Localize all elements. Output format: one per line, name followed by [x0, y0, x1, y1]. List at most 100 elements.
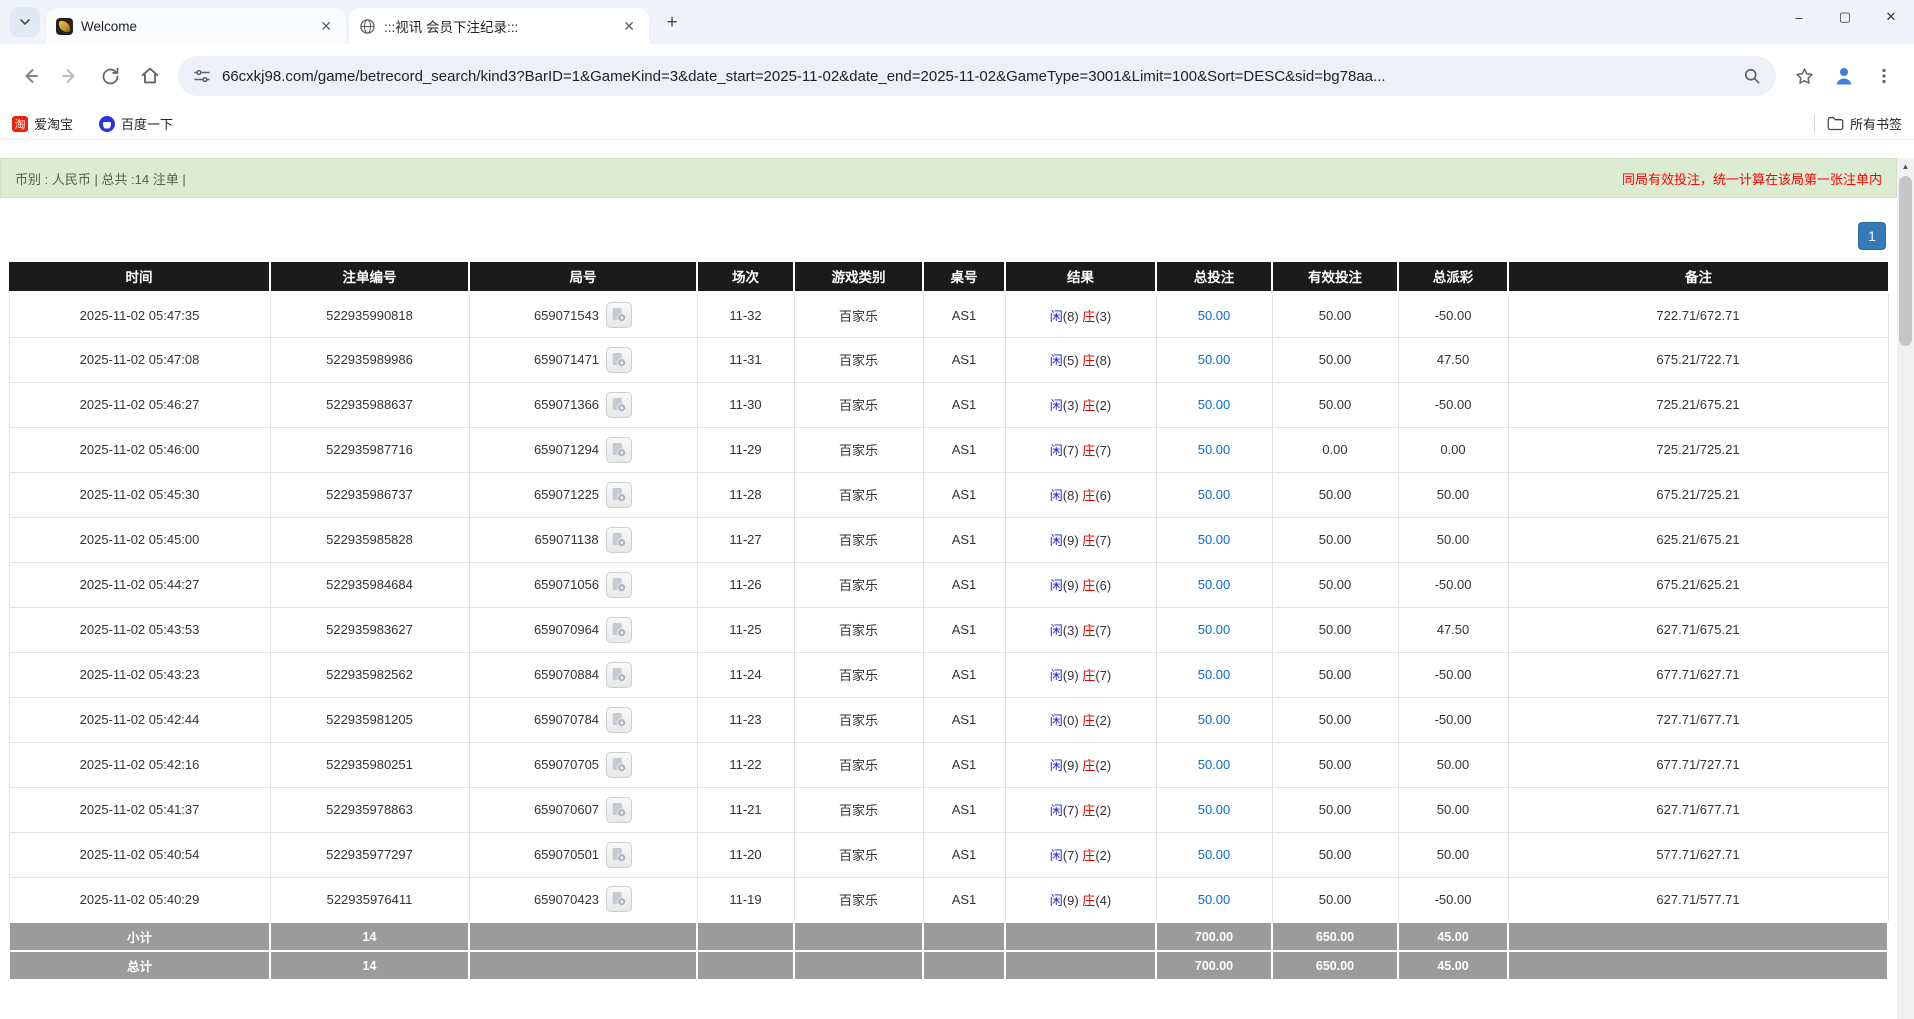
round-number-group: 659070607 [534, 797, 632, 823]
maximize-button[interactable]: ▢ [1822, 0, 1868, 34]
column-header-0: 时间 [9, 262, 270, 292]
reload-button[interactable] [93, 59, 127, 93]
result-banker-label: 庄 [1082, 668, 1095, 683]
cell-game-type: 百家乐 [794, 607, 923, 652]
currency-summary: 币别 : 人民币 | 总共 :14 注单 | [15, 169, 186, 188]
cell-bet-id: 522935978863 [270, 787, 469, 832]
total-bet-link[interactable]: 50.00 [1198, 397, 1231, 412]
video-replay-button[interactable] [606, 572, 632, 598]
cell-result: 闲(8) 庄(6) [1005, 472, 1156, 517]
video-replay-button[interactable] [606, 886, 632, 912]
tab-search-button[interactable] [10, 7, 40, 37]
result-player-points: (9) [1063, 893, 1083, 908]
video-replay-button[interactable] [606, 797, 632, 823]
grand-total-empty [697, 951, 794, 980]
cell-total-bet: 50.00 [1156, 742, 1272, 787]
tab-bet-records[interactable]: :::视讯 会员下注纪录::: ✕ [349, 8, 649, 44]
grand-total-valid-bet: 650.00 [1272, 951, 1398, 980]
video-replay-button[interactable] [606, 707, 632, 733]
column-header-2: 局号 [469, 262, 697, 292]
browser-menu-button[interactable] [1867, 59, 1901, 93]
cell-time: 2025-11-02 05:46:00 [9, 427, 270, 472]
video-replay-button[interactable] [606, 527, 632, 553]
video-replay-button[interactable] [606, 617, 632, 643]
column-header-5: 桌号 [923, 262, 1005, 292]
bookmark-star-button[interactable] [1787, 59, 1821, 93]
cell-result: 闲(0) 庄(2) [1005, 697, 1156, 742]
video-replay-button[interactable] [606, 662, 632, 688]
cell-round: 659071543 [469, 292, 697, 337]
address-bar[interactable]: 66cxkj98.com/game/betrecord_search/kind3… [178, 56, 1776, 96]
cell-session: 11-26 [697, 562, 794, 607]
video-replay-button[interactable] [606, 752, 632, 778]
cell-time: 2025-11-02 05:43:53 [9, 607, 270, 652]
total-bet-link[interactable]: 50.00 [1198, 847, 1231, 862]
back-button[interactable] [13, 59, 47, 93]
user-avatar-icon [1832, 64, 1856, 88]
cell-valid-bet: 50.00 [1272, 652, 1398, 697]
url-text[interactable]: 66cxkj98.com/game/betrecord_search/kind3… [222, 68, 1734, 85]
video-replay-button[interactable] [606, 437, 632, 463]
new-tab-button[interactable]: + [658, 9, 686, 37]
table-row: 2025-11-02 05:47:08522935989986659071471… [9, 337, 1888, 382]
video-replay-button[interactable] [606, 842, 632, 868]
total-bet-link[interactable]: 50.00 [1198, 622, 1231, 637]
cell-time: 2025-11-02 05:41:37 [9, 787, 270, 832]
video-replay-button[interactable] [606, 392, 632, 418]
total-bet-link[interactable]: 50.00 [1198, 532, 1231, 547]
vertical-scrollbar[interactable]: ▲ [1897, 158, 1914, 1019]
total-bet-link[interactable]: 50.00 [1198, 892, 1231, 907]
cell-time: 2025-11-02 05:46:27 [9, 382, 270, 427]
tab-close-icon[interactable]: ✕ [619, 18, 639, 35]
total-bet-link[interactable]: 50.00 [1198, 487, 1231, 502]
total-bet-link[interactable]: 50.00 [1198, 442, 1231, 457]
result-player-label: 闲 [1050, 488, 1063, 503]
site-info-icon[interactable] [192, 66, 212, 86]
cell-total-bet: 50.00 [1156, 472, 1272, 517]
total-bet-link[interactable]: 50.00 [1198, 352, 1231, 367]
video-replay-button[interactable] [606, 482, 632, 508]
grand-total-empty [1005, 951, 1156, 980]
scrollbar-thumb[interactable] [1899, 176, 1912, 346]
total-bet-link[interactable]: 50.00 [1198, 308, 1231, 323]
forward-button[interactable] [53, 59, 87, 93]
cell-round: 659070784 [469, 697, 697, 742]
total-bet-link[interactable]: 50.00 [1198, 757, 1231, 772]
cell-table-no: AS1 [923, 517, 1005, 562]
column-header-6: 结果 [1005, 262, 1156, 292]
close-button[interactable]: ✕ [1868, 0, 1914, 34]
cell-bet-id: 522935988637 [270, 382, 469, 427]
bookmark-baidu[interactable]: 百度一下 [99, 114, 173, 133]
cell-payout: -50.00 [1398, 652, 1508, 697]
total-bet-link[interactable]: 50.00 [1198, 667, 1231, 682]
cell-total-bet: 50.00 [1156, 787, 1272, 832]
home-button[interactable] [133, 59, 167, 93]
table-row: 2025-11-02 05:45:00522935985828659071138… [9, 517, 1888, 562]
bookmark-aitaobao[interactable]: 淘 爱淘宝 [12, 114, 73, 133]
tab-welcome[interactable]: Welcome ✕ [46, 8, 346, 44]
tab-strip: Welcome ✕ :::视讯 会员下注纪录::: ✕ + – ▢ ✕ [0, 0, 1914, 44]
cell-game-type: 百家乐 [794, 382, 923, 427]
grand-total-empty [1508, 951, 1888, 980]
result-player-label: 闲 [1050, 893, 1063, 908]
all-bookmarks-button[interactable]: 所有书签 [1814, 114, 1902, 133]
video-record-icon [610, 890, 628, 908]
cell-session: 11-31 [697, 337, 794, 382]
minimize-button[interactable]: – [1776, 0, 1822, 34]
video-replay-button[interactable] [606, 302, 632, 328]
cell-session: 11-23 [697, 697, 794, 742]
table-row: 2025-11-02 05:44:27522935984684659071056… [9, 562, 1888, 607]
total-bet-link[interactable]: 50.00 [1198, 802, 1231, 817]
zoom-icon[interactable] [1742, 66, 1762, 86]
tab-close-icon[interactable]: ✕ [316, 18, 336, 35]
video-replay-button[interactable] [606, 347, 632, 373]
total-bet-link[interactable]: 50.00 [1198, 712, 1231, 727]
cell-table-no: AS1 [923, 562, 1005, 607]
profile-avatar[interactable] [1827, 59, 1861, 93]
total-bet-link[interactable]: 50.00 [1198, 577, 1231, 592]
cell-round: 659070607 [469, 787, 697, 832]
scrollbar-up-arrow-icon[interactable]: ▲ [1897, 158, 1914, 175]
cell-payout: 50.00 [1398, 742, 1508, 787]
page-1-button[interactable]: 1 [1858, 222, 1886, 250]
table-row: 2025-11-02 05:41:37522935978863 659070607… [9, 787, 1888, 832]
